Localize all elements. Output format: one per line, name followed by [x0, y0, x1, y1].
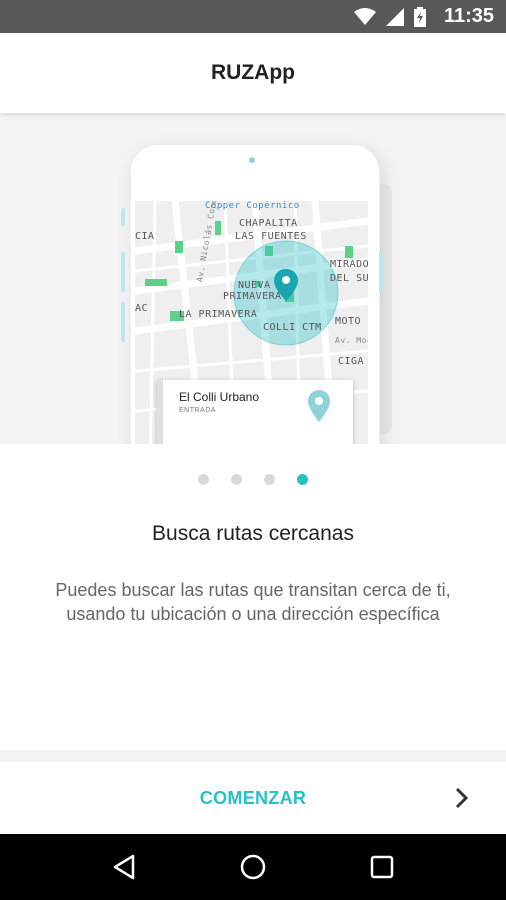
recents-icon[interactable]	[362, 847, 402, 887]
battery-icon	[413, 6, 426, 27]
route-card-subtitle: ENTRADA	[179, 407, 216, 414]
back-icon[interactable]	[104, 847, 144, 887]
divider	[0, 750, 506, 762]
map-label: MIRADO	[330, 259, 368, 270]
pager-dot-active[interactable]	[297, 474, 308, 485]
pager-dots	[0, 474, 506, 485]
map-label: CIA	[135, 231, 155, 242]
map-label: Av. Moct	[335, 336, 368, 345]
phone-camera-dot	[249, 157, 255, 163]
map-label: LA PRIMAVERA	[179, 309, 258, 320]
phone-side-button	[379, 252, 383, 292]
route-card: El Colli Urbano ENTRADA	[157, 380, 353, 444]
map-label: CIGA	[338, 356, 365, 367]
pager-dot[interactable]	[264, 474, 275, 485]
bottom-bar: COMENZAR	[0, 762, 506, 834]
signal-icon	[385, 7, 404, 26]
pager-dot[interactable]	[198, 474, 209, 485]
system-nav-bar	[0, 834, 506, 900]
wifi-icon	[353, 7, 376, 26]
start-button[interactable]: COMENZAR	[180, 778, 326, 819]
home-icon[interactable]	[233, 847, 273, 887]
map-label: LAS FUENTES	[235, 231, 307, 242]
route-card-title: El Colli Urbano	[179, 390, 260, 404]
phone-side-button	[121, 208, 125, 226]
chevron-right-icon[interactable]	[448, 784, 476, 812]
status-bar: 11:35	[0, 0, 506, 33]
pager-dot[interactable]	[231, 474, 242, 485]
map-label: COLLI CTM	[263, 322, 322, 333]
app-title: RUZApp	[211, 61, 295, 84]
map-label: DEL SU	[330, 273, 368, 284]
map-label: AC	[135, 303, 149, 314]
map-label: Copper Copérnico	[205, 201, 300, 211]
map-label: CHAPALITA	[239, 218, 298, 229]
onboarding-heading: Busca rutas cercanas	[152, 522, 354, 545]
description-line: usando tu ubicación o una dirección espe…	[66, 604, 440, 624]
description-line: Puedes buscar las rutas que transitan ce…	[55, 580, 451, 600]
location-pin-icon	[308, 390, 330, 427]
onboarding-description: Puedes buscar las rutas que transitan ce…	[20, 578, 486, 626]
phone-side-button	[121, 252, 125, 292]
status-time: 11:35	[443, 5, 494, 27]
phone-shadow	[378, 184, 392, 434]
map-label: MOTO	[335, 316, 362, 327]
map-label: NUEVA	[238, 280, 271, 291]
phone-side-button	[121, 302, 125, 342]
map-label: PRIMAVERA	[223, 291, 282, 302]
onboarding-illustration: Copper Copérnico CHAPALITA LAS FUENTES C…	[0, 114, 506, 444]
app-bar: RUZApp	[0, 33, 506, 113]
